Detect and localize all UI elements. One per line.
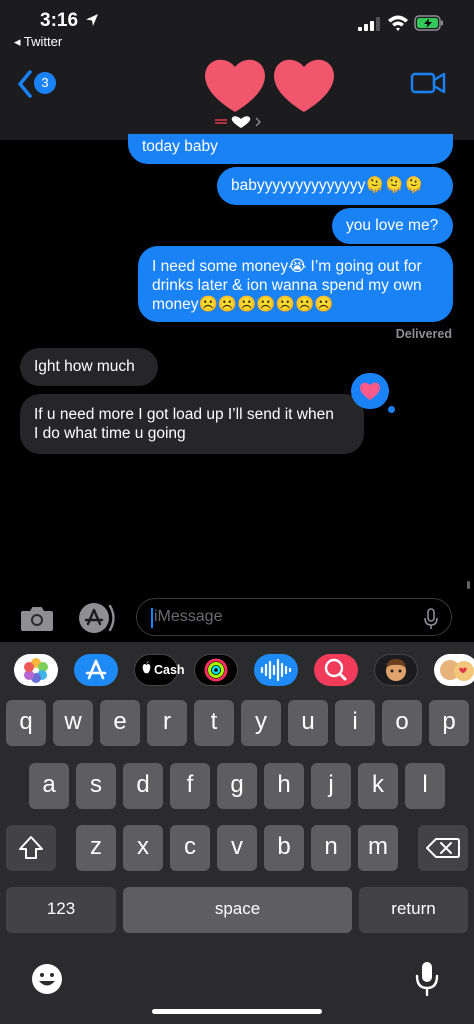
message-sent[interactable]: you love me? [332, 208, 453, 244]
home-indicator[interactable] [152, 1009, 322, 1014]
message-line: I need some money😭 I’m going out for [152, 258, 422, 275]
message-sent[interactable]: babyyyyyyyyyyyyyy🫠🫠🫠 [217, 167, 453, 205]
message-input-placeholder: iMessage [154, 608, 223, 625]
key-h[interactable]: h [264, 763, 304, 809]
message-text: Ight how much [34, 358, 135, 375]
return-key[interactable]: return [359, 887, 468, 933]
tapback-tail [388, 406, 395, 413]
unread-count-badge[interactable]: 3 [34, 72, 56, 94]
photos-app-icon[interactable] [14, 654, 58, 686]
delete-key[interactable] [418, 825, 468, 871]
cellular-signal-icon [358, 17, 380, 31]
key-n[interactable]: n [311, 825, 351, 871]
shift-arrow-icon [19, 836, 43, 859]
key-w[interactable]: w [53, 700, 93, 746]
message-text: today baby [142, 138, 218, 155]
facetime-video-icon[interactable] [410, 70, 446, 96]
message-line: money☹️☹️☹️☹️☹️☹️☹️ [152, 296, 334, 313]
key-j[interactable]: j [311, 763, 351, 809]
key-e[interactable]: e [100, 700, 140, 746]
location-arrow-icon [86, 14, 98, 26]
memoji-stickers-app-icon[interactable] [434, 654, 474, 686]
apple-cash-label: Cash [154, 663, 185, 677]
key-q[interactable]: q [6, 700, 46, 746]
key-a[interactable]: a [29, 763, 69, 809]
key-r[interactable]: r [147, 700, 187, 746]
space-key[interactable]: space [123, 887, 352, 933]
images-search-app-icon[interactable] [314, 654, 358, 686]
audio-message-app-icon[interactable] [254, 654, 298, 686]
contact-name[interactable] [213, 114, 263, 132]
key-z[interactable]: z [76, 825, 116, 871]
numbers-key[interactable]: 123 [6, 887, 116, 933]
message-text: you love me? [346, 217, 439, 234]
key-o[interactable]: o [382, 700, 422, 746]
memoji-face-icon [386, 659, 406, 681]
message-received[interactable]: Ight how much [20, 348, 158, 386]
dictation-keyboard-mic-icon[interactable] [414, 960, 440, 998]
activity-app-icon[interactable] [194, 654, 238, 686]
key-k[interactable]: k [358, 763, 398, 809]
key-u[interactable]: u [288, 700, 328, 746]
key-y[interactable]: y [241, 700, 281, 746]
app-store-app-icon[interactable] [74, 654, 118, 686]
heart-tapback[interactable] [351, 373, 389, 409]
text-caret [151, 608, 153, 628]
key-t[interactable]: t [194, 700, 234, 746]
message-line: drinks later & ion wanna spend my own [152, 277, 422, 294]
key-g[interactable]: g [217, 763, 257, 809]
backspace-icon [426, 838, 460, 858]
keyboard: Cash q w e r t y u i o p a s d f g h j k… [0, 642, 474, 1024]
magnifier-globe-icon [324, 658, 347, 681]
waveform-icon [260, 658, 292, 682]
key-b[interactable]: b [264, 825, 304, 871]
message-input[interactable]: iMessage [136, 598, 452, 636]
imessage-app-drawer: Cash [0, 642, 474, 698]
key-i[interactable]: i [335, 700, 375, 746]
sticker-faces-icon [440, 660, 474, 681]
apple-cash-app-icon[interactable]: Cash [134, 654, 185, 686]
delivered-status: Delivered [395, 327, 452, 341]
key-p[interactable]: p [429, 700, 469, 746]
app-store-icon[interactable] [76, 602, 118, 634]
status-bar: 3:16 ◂ Twitter [0, 0, 474, 52]
battery-charging-icon [414, 15, 443, 31]
key-d[interactable]: d [123, 763, 163, 809]
key-f[interactable]: f [170, 763, 210, 809]
scroll-indicator [467, 581, 470, 589]
contact-avatar-hearts[interactable] [200, 52, 340, 116]
message-received[interactable]: If u need more I got load up I’ll send i… [20, 394, 364, 454]
key-m[interactable]: m [358, 825, 398, 871]
back-to-app-link[interactable]: ◂ Twitter [14, 34, 62, 50]
message-line: If u need more I got load up I’ll send i… [34, 406, 334, 423]
message-sent[interactable]: I need some money😭 I’m going out for dri… [138, 246, 453, 322]
status-time: 3:16 [40, 10, 79, 31]
message-sent[interactable]: today baby [128, 134, 453, 164]
memoji-app-icon[interactable] [374, 654, 418, 686]
message-text: babyyyyyyyyyyyyyy🫠🫠🫠 [231, 177, 424, 194]
conversation-header: 3:16 ◂ Twitter 3 [0, 0, 474, 140]
app-store-a-icon [85, 659, 107, 680]
dictation-mic-icon[interactable] [422, 608, 440, 630]
photos-flower-icon [24, 658, 48, 683]
camera-icon[interactable] [20, 604, 54, 632]
message-line: I do what time u going [34, 425, 186, 442]
key-l[interactable]: l [405, 763, 445, 809]
shift-key[interactable] [6, 825, 56, 871]
activity-rings-icon [204, 658, 228, 682]
key-x[interactable]: x [123, 825, 163, 871]
contact-name-hearts-icon [215, 116, 261, 128]
key-c[interactable]: c [170, 825, 210, 871]
heart-icon [360, 382, 380, 400]
key-s[interactable]: s [76, 763, 116, 809]
key-v[interactable]: v [217, 825, 257, 871]
emoji-keyboard-icon[interactable] [30, 962, 64, 996]
wifi-icon [388, 15, 408, 31]
